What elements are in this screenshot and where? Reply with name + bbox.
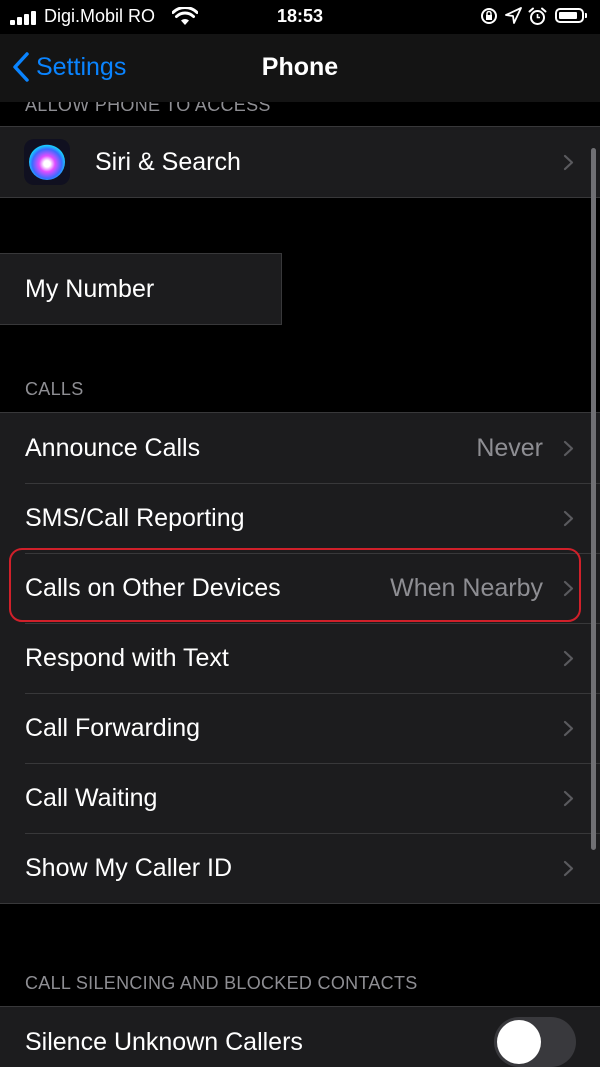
call-waiting-row[interactable]: Call Waiting <box>0 763 600 833</box>
row-label: My Number <box>25 275 155 303</box>
orientation-lock-icon <box>481 8 497 24</box>
row-label: Call Forwarding <box>25 714 201 742</box>
toggle-knob <box>497 1020 541 1064</box>
calls-group: Announce Calls Never SMS/Call Reporting … <box>0 412 600 904</box>
chevron-right-icon <box>563 154 574 171</box>
row-value: When Nearby <box>390 574 543 602</box>
row-label: Call Waiting <box>25 784 158 812</box>
call-forwarding-row[interactable]: Call Forwarding <box>0 693 600 763</box>
silence-unknown-callers-row: Silence Unknown Callers <box>0 1007 600 1067</box>
section-header-calls: CALLS <box>25 379 84 399</box>
section-header-silencing: CALL SILENCING AND BLOCKED CONTACTS <box>25 973 418 993</box>
status-bar: Digi.Mobil RO 18:53 <box>0 0 600 34</box>
chevron-right-icon <box>563 580 574 597</box>
settings-list[interactable]: ALLOW PHONE TO ACCESS Siri & Search My N… <box>0 102 600 1067</box>
allow-access-group: Siri & Search <box>0 126 600 198</box>
silencing-group: Silence Unknown Callers <box>0 1006 600 1067</box>
section-header-allow-access: ALLOW PHONE TO ACCESS <box>25 102 271 115</box>
row-label: Silence Unknown Callers <box>25 1028 303 1056</box>
silence-unknown-callers-toggle[interactable] <box>494 1017 576 1067</box>
navigation-bar: Settings Phone <box>0 34 600 102</box>
row-value: Never <box>476 434 543 462</box>
chevron-right-icon <box>563 650 574 667</box>
row-label: Respond with Text <box>25 644 229 672</box>
scroll-indicator[interactable] <box>591 148 596 850</box>
row-label: Calls on Other Devices <box>25 574 281 602</box>
chevron-right-icon <box>563 440 574 457</box>
siri-icon <box>24 139 70 185</box>
chevron-right-icon <box>563 790 574 807</box>
my-number-row[interactable]: My Number <box>0 254 281 324</box>
chevron-right-icon <box>563 510 574 527</box>
calls-on-other-devices-row[interactable]: Calls on Other Devices When Nearby <box>0 553 600 623</box>
alarm-icon <box>528 7 547 25</box>
row-label: SMS/Call Reporting <box>25 504 245 532</box>
show-my-caller-id-row[interactable]: Show My Caller ID <box>0 833 600 903</box>
row-label: Announce Calls <box>25 434 201 462</box>
announce-calls-row[interactable]: Announce Calls Never <box>0 413 600 483</box>
page-title: Phone <box>261 53 339 81</box>
chevron-right-icon <box>563 860 574 877</box>
row-label: Show My Caller ID <box>25 854 232 882</box>
respond-with-text-row[interactable]: Respond with Text <box>0 623 600 693</box>
my-number-group: My Number <box>0 253 282 325</box>
battery-icon <box>555 8 587 23</box>
row-label: Siri & Search <box>95 148 241 176</box>
chevron-right-icon <box>563 720 574 737</box>
sms-call-reporting-row[interactable]: SMS/Call Reporting <box>0 483 600 553</box>
location-icon <box>505 7 522 24</box>
siri-search-row[interactable]: Siri & Search <box>0 127 600 197</box>
